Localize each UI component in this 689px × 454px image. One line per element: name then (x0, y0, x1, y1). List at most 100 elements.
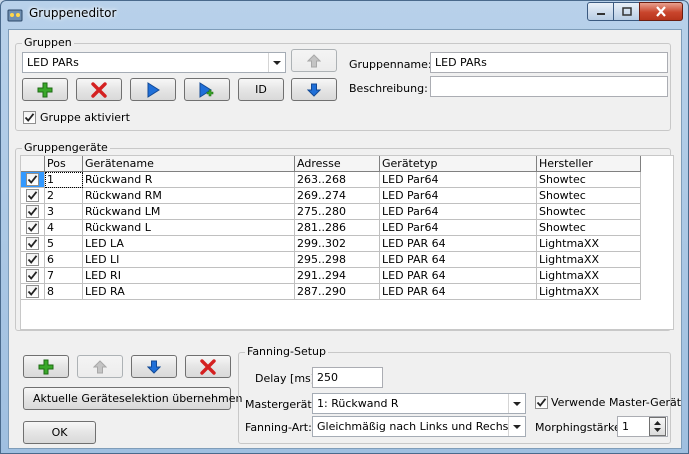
cell-maker: Showtec (537, 172, 641, 188)
table-row[interactable]: 4 Rückwand L 281..286 LED Par64 Showtec (21, 220, 649, 236)
row-checkbox[interactable] (26, 189, 39, 202)
table-row[interactable]: 8 LED RA 287..290 LED PAR 64 LightmaXX (21, 284, 649, 300)
fanning-art-label: Fanning-Art: (245, 421, 312, 434)
close-icon (656, 6, 666, 17)
minimize-button[interactable] (587, 2, 614, 21)
row-checkbox[interactable] (26, 253, 39, 266)
checkmark-icon (27, 239, 38, 248)
play-add-group-button[interactable] (184, 78, 230, 101)
row-checkbox[interactable] (26, 173, 39, 186)
cell-pos: 1 (45, 172, 83, 188)
group-select[interactable]: LED PARs (22, 52, 286, 73)
column-header-address[interactable]: Adresse (295, 156, 380, 172)
delete-icon (91, 81, 107, 98)
move-device-up-button[interactable] (77, 355, 123, 378)
master-select[interactable]: 1: Rückwand R (312, 393, 526, 414)
delete-device-button[interactable] (185, 355, 231, 378)
fanning-art-value: Gleichmäßig nach Links und Rechs (317, 420, 509, 433)
table-row[interactable]: 7 LED RI 291..294 LED PAR 64 LightmaXX (21, 268, 649, 284)
morph-stepper[interactable] (649, 417, 666, 436)
plus-icon (38, 359, 54, 374)
use-master-checkbox[interactable] (535, 396, 548, 409)
cell-type: LED PAR 64 (380, 268, 537, 284)
fanning-art-select[interactable]: Gleichmäßig nach Links und Rechs (312, 416, 526, 437)
app-icon (7, 9, 23, 22)
delay-input[interactable]: 250 (312, 367, 383, 388)
add-device-button[interactable] (23, 355, 69, 378)
plus-icon (37, 82, 53, 97)
cell-maker: LightmaXX (537, 284, 641, 300)
checkmark-icon (27, 175, 38, 184)
table-row[interactable]: 5 LED LA 299..302 LED PAR 64 LightmaXX (21, 236, 649, 252)
group-box-fanning: Fanning-Setup Delay [ms]: 250 Mastergerä… (238, 345, 681, 444)
cell-maker: LightmaXX (537, 268, 641, 284)
morph-label: Morphingstärke: (535, 421, 625, 434)
move-group-down-button[interactable] (291, 78, 337, 101)
checkmark-icon (24, 113, 35, 122)
cell-type: LED Par64 (380, 188, 537, 204)
group-active-checkbox[interactable] (23, 111, 36, 124)
row-checkbox[interactable] (26, 205, 39, 218)
column-header-type[interactable]: Gerätetyp (380, 156, 537, 172)
delete-group-button[interactable] (76, 78, 122, 101)
cell-type: LED Par64 (380, 204, 537, 220)
morph-input[interactable]: 1 (617, 416, 668, 437)
cell-pos: 3 (45, 204, 83, 220)
group-name-value: LED PARs (435, 56, 487, 69)
checkmark-icon (27, 207, 38, 216)
row-checkbox[interactable] (26, 285, 39, 298)
table-row[interactable]: 3 Rückwand LM 275..280 LED Par64 Showtec (21, 204, 649, 220)
morph-value: 1 (622, 420, 629, 433)
id-button-label: ID (255, 83, 267, 96)
add-group-button[interactable] (22, 78, 68, 101)
column-header-maker[interactable]: Hersteller (537, 156, 641, 172)
row-checkbox[interactable] (26, 221, 39, 234)
maximize-button[interactable] (613, 2, 640, 21)
master-label: Mastergerät: (245, 398, 316, 411)
devices-grid[interactable]: Pos Gerätename Adresse Gerätetyp Herstel… (20, 155, 674, 330)
minimize-icon (596, 12, 605, 15)
cell-type: LED PAR 64 (380, 236, 537, 252)
cell-address: 299..302 (295, 236, 380, 252)
cell-name: LED LA (83, 236, 295, 252)
checkmark-icon (27, 255, 38, 264)
close-button[interactable] (639, 2, 683, 21)
move-group-up-button[interactable] (291, 49, 337, 72)
cell-check (21, 268, 45, 284)
take-selection-label: Aktuelle Geräteselektion übernehmen (33, 392, 243, 405)
cell-maker: LightmaXX (537, 252, 641, 268)
up-down-arrows-icon (654, 421, 661, 432)
row-checkbox[interactable] (26, 237, 39, 250)
cell-maker: Showtec (537, 204, 641, 220)
row-checkbox[interactable] (26, 269, 39, 282)
id-button[interactable]: ID (238, 78, 284, 101)
cell-name: Rückwand LM (83, 204, 295, 220)
title-bar[interactable]: Gruppeneditor (1, 1, 688, 29)
table-row[interactable]: 6 LED LI 295..298 LED PAR 64 LightmaXX (21, 252, 649, 268)
cell-pos: 6 (45, 252, 83, 268)
cell-name: LED LI (83, 252, 295, 268)
table-row[interactable]: 2 Rückwand RM 269..274 LED Par64 Showtec (21, 188, 649, 204)
group-box-devices: Gruppengeräte Pos Gerätename Adresse Ger… (15, 141, 674, 331)
column-header-pos[interactable]: Pos (45, 156, 83, 172)
arrow-up-icon (93, 359, 107, 373)
column-header-name[interactable]: Gerätename (83, 156, 295, 172)
group-box-gruppen: Gruppen LED PARs ID Gruppenname: LED PAR… (15, 36, 671, 131)
maximize-icon (621, 7, 632, 16)
move-device-down-button[interactable] (131, 355, 177, 378)
description-input[interactable] (430, 76, 668, 97)
cell-address: 281..286 (295, 220, 380, 236)
cell-maker: Showtec (537, 220, 641, 236)
checkmark-icon (27, 223, 38, 232)
play-group-button[interactable] (130, 78, 176, 101)
arrow-up-icon (307, 53, 321, 67)
table-row[interactable]: 1 Rückwand R 263..268 LED Par64 Showtec (21, 172, 649, 188)
devices-grid-header: Pos Gerätename Adresse Gerätetyp Herstel… (21, 156, 649, 172)
cell-type: LED PAR 64 (380, 284, 537, 300)
take-selection-button[interactable]: Aktuelle Geräteselektion übernehmen (23, 387, 242, 410)
ok-button[interactable]: OK (23, 421, 96, 444)
cell-check (21, 188, 45, 204)
cell-check (21, 252, 45, 268)
group-name-input[interactable]: LED PARs (430, 52, 668, 73)
cell-name: LED RI (83, 268, 295, 284)
